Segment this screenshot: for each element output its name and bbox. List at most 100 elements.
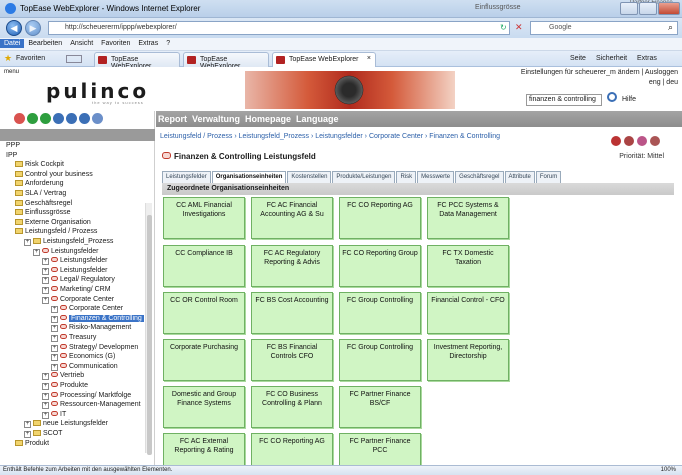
expand-toggle-icon[interactable]: + [42,373,49,381]
refresh-icon[interactable] [79,113,90,124]
org-unit-cell[interactable]: Corporate Purchasing [163,339,245,381]
subtab[interactable]: Produkte/Leistungen [332,171,396,183]
tree-item[interactable]: + Corporate Center [42,295,114,305]
browser-tab-3[interactable]: TopEase WebExplorer × [272,52,376,67]
org-unit-cell[interactable]: FC PCC Systems & Data Management [427,197,509,239]
nav-report[interactable]: Report [158,114,187,124]
org-unit-cell[interactable]: FC TX Domestic Taxation [427,245,509,287]
favorite-icon[interactable] [637,136,647,146]
stop-icon[interactable]: ✕ [515,22,523,33]
tree-item[interactable]: Geschäftsregel [15,199,72,209]
expand-toggle-icon[interactable]: + [24,239,31,246]
org-unit-cell[interactable]: CC AML Financial Investigations [163,197,245,239]
tree-item[interactable]: + Treasury [51,333,96,343]
breadcrumb[interactable]: Leistungsfeld / Prozess › Leistungsfeld_… [160,133,500,140]
tree-item[interactable]: + SCOT [24,429,62,439]
org-unit-cell[interactable]: FC AC Financial Accounting AG & Su [251,197,333,239]
expand-toggle-icon[interactable]: + [42,392,49,400]
refresh-icon[interactable]: ↻ [500,23,507,32]
remove-icon[interactable] [40,113,51,124]
browser-search-input[interactable]: Google [530,21,678,35]
org-unit-cell[interactable]: FC AC Regulatory Reporting & Advis [251,245,333,287]
browser-tab-2[interactable]: TopEase WebExplorer [183,52,269,70]
nav-verwaltung[interactable]: Verwaltung [192,114,240,124]
tree-item[interactable]: + Economics (G) [51,352,115,362]
back-arrow-icon[interactable] [53,113,64,124]
tree-item[interactable]: + Legal/ Regulatory [42,275,115,285]
nav-homepage[interactable]: Homepage [245,114,291,124]
org-unit-cell[interactable]: Domestic and Group Finance Systems [163,386,245,428]
expand-toggle-icon[interactable]: + [51,354,58,362]
expand-toggle-icon[interactable]: + [51,344,58,352]
remove-item-icon[interactable] [624,136,634,146]
expand-toggle-icon[interactable]: + [42,383,49,390]
expand-toggle-icon[interactable]: + [51,363,58,371]
menu-bearbeiten[interactable]: Bearbeiten [24,39,66,48]
org-unit-cell[interactable]: FC CO Business Controlling & Plann [251,386,333,428]
forward-button[interactable]: ▶ [25,20,41,36]
tree-item[interactable]: + Communication [51,362,118,372]
tree-item[interactable]: Anforderung [15,179,64,189]
tree-item[interactable]: + Vertrieb [42,371,84,381]
tree-item[interactable]: + Leistungsfelder [33,247,98,257]
tree-item[interactable]: + Ressourcen-Management [42,400,141,410]
subtab[interactable]: Attribute [504,171,535,183]
expand-toggle-icon[interactable]: + [42,258,49,266]
tree-item[interactable]: + Strategy/ Developmen [51,343,138,353]
settings-link[interactable]: Einstellungen für scheuerer_m ändern | A… [521,69,678,76]
tree-item[interactable]: + Leistungsfelder [42,256,107,266]
expand-toggle-icon[interactable]: + [24,421,31,429]
org-unit-cell[interactable]: Investment Reporting, Directorship [427,339,509,381]
tree-item[interactable]: Control your business [15,170,93,180]
expand-toggle-icon[interactable]: + [51,325,58,333]
scrollbar-thumb[interactable] [147,215,152,455]
add-icon[interactable] [27,113,38,124]
org-unit-cell[interactable]: Financial Control - CFO [427,292,509,334]
search-icon[interactable] [607,92,617,102]
tree-item[interactable]: + Risiko-Management [51,323,131,333]
tools-menu[interactable]: Extras [637,55,657,62]
forward-arrow-icon[interactable] [66,113,77,124]
tree-item[interactable]: Produkt [15,439,49,449]
tree-item[interactable]: + Leistungsfelder [42,266,107,276]
expand-toggle-icon[interactable]: + [42,402,49,410]
tree-item[interactable]: PPP [6,141,20,151]
org-unit-cell[interactable]: FC BS Cost Accounting [251,292,333,334]
page-menu[interactable]: Seite [570,55,586,62]
org-unit-cell[interactable]: FC Partner Finance PCC [339,433,421,467]
expand-toggle-icon[interactable]: + [42,267,49,275]
menu-datei[interactable]: Datei [0,39,25,48]
subtab[interactable]: Kostenstellen [287,171,332,183]
url-input[interactable]: http://scheuererm/ippp/webexplorer/ [48,21,510,35]
browser-tab-1[interactable]: TopEase WebExplorer [94,52,180,70]
language-switch[interactable]: eng | deu [649,79,678,86]
tree-item[interactable]: + Finanzen & Controlling [51,314,144,324]
nav-language[interactable]: Language [296,114,339,124]
back-button[interactable]: ◀ [6,20,22,36]
tree-item[interactable]: + Processing/ Marktfolge [42,391,131,401]
add-item-icon[interactable] [611,136,621,146]
tree-item[interactable]: + Corporate Center [51,304,123,314]
tree-item[interactable]: Externe Organisation [15,218,91,228]
org-unit-cell[interactable]: FC CO Reporting Group [339,245,421,287]
subtab[interactable]: Organisationseinheiten [211,171,287,183]
print-icon[interactable] [92,113,103,124]
help-link[interactable]: Hilfe [622,96,636,103]
subtab[interactable]: Geschäftsregel [455,171,504,183]
expand-toggle-icon[interactable]: + [33,248,40,256]
close-button[interactable] [658,2,680,15]
expand-toggle-icon[interactable]: + [51,306,58,314]
expand-toggle-icon[interactable]: + [51,315,58,323]
quick-tabs-icon[interactable] [66,55,82,63]
zoom-level[interactable]: 100% [661,467,676,473]
org-unit-cell[interactable]: FC CO Reporting AG [339,197,421,239]
org-unit-cell[interactable]: FC Group Controlling [339,339,421,381]
tree-item[interactable]: Risk Cockpit [15,160,64,170]
org-unit-cell[interactable]: CC Compliance IB [163,245,245,287]
home-icon[interactable] [14,113,25,124]
tree-scrollbar[interactable] [145,203,152,455]
expand-toggle-icon[interactable]: + [24,431,31,438]
tree-item[interactable]: + IT [42,410,66,420]
org-unit-cell[interactable]: FC BS Financial Controls CFO [251,339,333,381]
print-icon[interactable] [650,136,660,146]
